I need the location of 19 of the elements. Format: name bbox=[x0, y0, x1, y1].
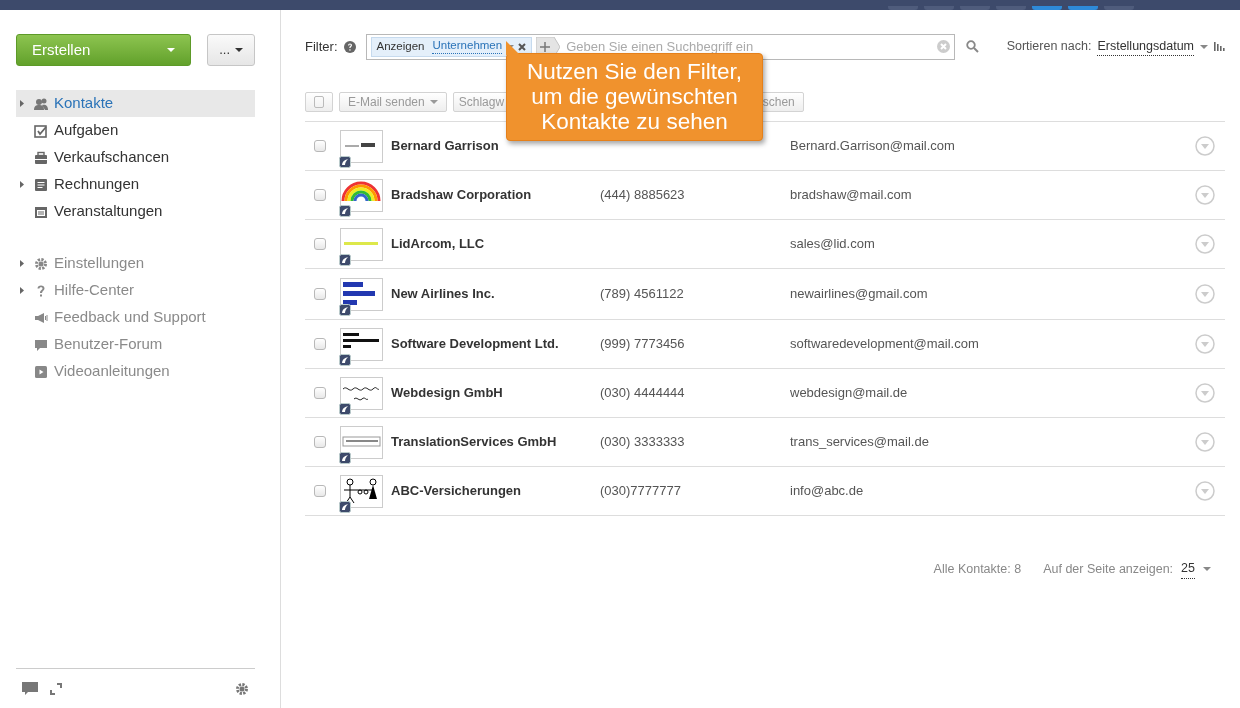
email-address: webdesign@mail.de bbox=[790, 385, 908, 401]
email-address: info@abc.de bbox=[790, 483, 864, 499]
tooltip: Nutzen Sie den Filter, um die gewünschten Kontakte zu sehen bbox=[506, 53, 763, 142]
email-address: bradshaw@mail.com bbox=[790, 187, 912, 203]
phone-number: (030) 4444444 bbox=[600, 385, 685, 401]
email-address: softwaredevelopment@mail.com bbox=[790, 336, 979, 352]
email-address: Bernard.Garrison@mail.com bbox=[790, 138, 955, 154]
phone-number: (030) 3333333 bbox=[600, 434, 685, 450]
email-address: sales@lid.com bbox=[790, 236, 875, 252]
filter-label: Filter: bbox=[305, 37, 338, 56]
email-address: newairlines@gmail.com bbox=[790, 286, 928, 302]
per-page-label: Auf der Seite anzeigen: bbox=[1043, 560, 1174, 578]
sort-label: Sortieren nach: bbox=[1006, 38, 1092, 56]
phone-number: (030)7777777 bbox=[600, 483, 681, 499]
email-address: trans_services@mail.de bbox=[790, 434, 929, 450]
total-count: Alle Kontakte: 8 bbox=[933, 560, 1022, 578]
phone-number: (999) 7773456 bbox=[600, 336, 685, 352]
phone-number: (789) 4561122 bbox=[600, 286, 684, 302]
phone-number: (444) 8885623 bbox=[600, 187, 685, 203]
